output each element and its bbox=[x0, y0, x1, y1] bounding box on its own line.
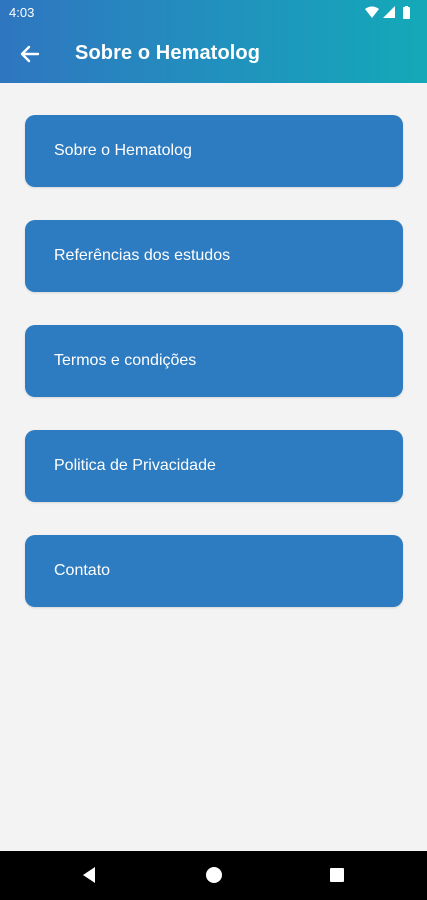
system-nav-bar bbox=[0, 851, 427, 900]
menu-item-termos[interactable]: Termos e condições bbox=[25, 325, 403, 397]
back-triangle-icon bbox=[83, 867, 95, 883]
back-button[interactable] bbox=[12, 36, 48, 72]
menu-item-sobre[interactable]: Sobre o Hematolog bbox=[25, 115, 403, 187]
menu-item-label: Termos e condições bbox=[54, 352, 197, 369]
toolbar: Sobre o Hematolog bbox=[0, 26, 427, 83]
home-circle-icon bbox=[206, 867, 222, 883]
menu-item-label: Politica de Privacidade bbox=[54, 457, 216, 474]
menu-item-label: Contato bbox=[54, 562, 111, 579]
app-header: 4:03 Sobre o Hematolog bbox=[0, 0, 427, 83]
menu-item-contato[interactable]: Contato bbox=[25, 535, 403, 607]
nav-recents-button[interactable] bbox=[325, 863, 349, 887]
signal-icon bbox=[383, 6, 395, 18]
status-icons bbox=[365, 6, 413, 20]
nav-home-button[interactable] bbox=[202, 863, 226, 887]
status-bar: 4:03 bbox=[0, 0, 427, 26]
nav-back-button[interactable] bbox=[77, 863, 101, 887]
menu-item-label: Referências dos estudos bbox=[54, 247, 231, 264]
menu-list: Sobre o Hematolog Referências dos estudo… bbox=[25, 115, 403, 640]
arrow-left-icon bbox=[20, 45, 40, 63]
recents-square-icon bbox=[330, 868, 344, 882]
menu-item-referencias[interactable]: Referências dos estudos bbox=[25, 220, 403, 292]
battery-icon bbox=[403, 6, 410, 19]
status-time: 4:03 bbox=[9, 5, 35, 20]
menu-item-privacidade[interactable]: Politica de Privacidade bbox=[25, 430, 403, 502]
wifi-icon bbox=[365, 6, 379, 18]
menu-item-label: Sobre o Hematolog bbox=[54, 142, 192, 159]
page-title: Sobre o Hematolog bbox=[75, 42, 261, 64]
